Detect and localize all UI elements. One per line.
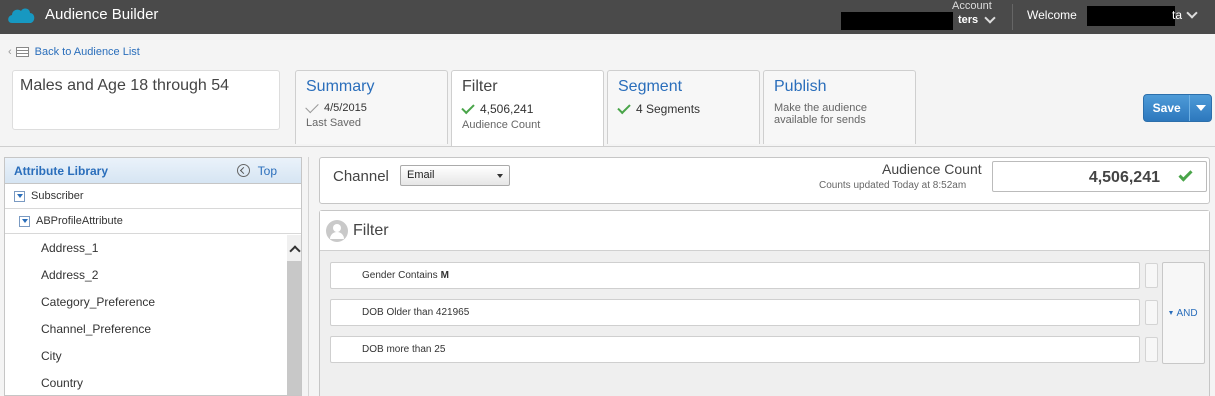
filter-header: Filter [320, 211, 1209, 251]
filter-panel: Filter Gender Contains M DOB Older than 4… [319, 210, 1210, 396]
scrollbar-thumb[interactable] [287, 261, 301, 395]
save-options-button[interactable] [1189, 95, 1211, 121]
filter-title: Filter [353, 221, 389, 239]
save-button[interactable]: Save [1144, 95, 1189, 121]
operator-label: AND [1176, 307, 1198, 319]
scroll-up-icon[interactable] [287, 235, 301, 261]
group-abprofileattribute[interactable]: ABProfileAttribute [5, 209, 301, 234]
redacted-account [841, 12, 953, 30]
top-link-label: Top [257, 163, 277, 178]
expand-icon[interactable] [19, 215, 30, 227]
channel-selected-value: Email [407, 169, 435, 181]
tab-filter-title: Filter [462, 78, 498, 95]
attribute-scrollbar[interactable] [287, 235, 301, 395]
user-chevron-down-icon[interactable] [1186, 7, 1198, 19]
filter-rule[interactable]: Gender Contains M [330, 262, 1140, 289]
back-arrow-icon [236, 164, 250, 177]
list-item[interactable]: Channel_Preference [5, 316, 287, 343]
welcome-label[interactable]: Welcome [1027, 8, 1077, 22]
tab-summary-title: Summary [306, 78, 375, 95]
filter-rule-text: Gender Contains [362, 270, 438, 281]
tab-filter-sub: Audience Count [462, 119, 541, 131]
audience-name-field[interactable]: Males and Age 18 through 54 [12, 70, 280, 130]
group-subscriber[interactable]: Subscriber [5, 184, 301, 209]
audience-count-box: 4,506,241 [992, 161, 1207, 192]
channel-label: Channel [333, 168, 389, 185]
rule-drag-handle[interactable] [1145, 337, 1158, 362]
list-item[interactable]: Address_2 [5, 262, 287, 289]
filter-rule-value: M [440, 270, 449, 281]
attribute-library-title: Attribute Library [14, 163, 109, 178]
check-icon [617, 100, 631, 115]
account-value[interactable]: ters [958, 14, 978, 26]
tabs-divider [0, 146, 1215, 147]
tab-segment[interactable]: Segment 4 Segments [607, 70, 760, 144]
tab-summary[interactable]: Summary 4/5/2015 Last Saved [295, 70, 448, 144]
and-operator-toggle[interactable]: AND [1162, 262, 1205, 364]
tab-filter-count: 4,506,241 [480, 102, 534, 116]
tab-filter[interactable]: Filter 4,506,241 Audience Count [451, 70, 604, 146]
channel-panel: Channel Email Audience Count Counts upda… [319, 157, 1210, 204]
redacted-username [1087, 6, 1175, 26]
list-item[interactable]: City [5, 343, 287, 370]
filter-rule-text: DOB more than 25 [362, 344, 446, 355]
attribute-library: Attribute Library Top Subscriber ABProfi… [4, 157, 302, 396]
expand-icon[interactable] [14, 190, 25, 202]
list-item[interactable]: Category_Preference [5, 289, 287, 316]
tab-segment-count: 4 Segments [636, 102, 701, 116]
filter-rule[interactable]: DOB more than 25 [330, 336, 1140, 363]
welcome-username-suffix[interactable]: ta [1172, 8, 1182, 22]
audience-count-value: 4,506,241 [1088, 169, 1160, 186]
tab-summary-date: 4/5/2015 [324, 102, 367, 114]
saved-check-icon [305, 99, 319, 114]
filter-rule-text: DOB Older than 421965 [362, 307, 470, 318]
account-chevron-down-icon[interactable] [984, 12, 996, 24]
app-title: Audience Builder [45, 6, 159, 23]
channel-select[interactable]: Email [400, 165, 510, 186]
list-icon [15, 47, 29, 57]
tab-publish[interactable]: Publish Make the audience available for … [763, 70, 916, 144]
panel-separator[interactable] [308, 157, 309, 396]
attribute-list: Address_1 Address_2 Category_Preference … [5, 235, 287, 395]
tab-summary-sub: Last Saved [306, 117, 362, 129]
list-item[interactable]: Country [5, 370, 287, 395]
tab-segment-title: Segment [618, 78, 683, 95]
group-label: Subscriber [31, 190, 84, 202]
caret-down-icon [1195, 105, 1206, 111]
save-button-group: Save [1143, 94, 1212, 122]
chevron-left-icon: ‹ [8, 46, 12, 58]
caret-down-icon [1169, 311, 1174, 315]
top-link[interactable]: Top [236, 163, 277, 178]
list-item[interactable]: Address_1 [5, 235, 287, 262]
header-divider [1012, 4, 1013, 30]
caret-down-icon [497, 174, 503, 178]
back-to-list-link[interactable]: ‹ Back to Audience List [8, 45, 140, 59]
audience-count-label: Audience Count [882, 161, 982, 177]
rule-drag-handle[interactable] [1145, 300, 1158, 325]
tab-publish-title: Publish [774, 78, 827, 95]
top-bar: Audience Builder Account ters Welcome ta [0, 0, 1215, 34]
salesforce-cloud-icon[interactable] [6, 5, 36, 27]
account-label[interactable]: Account [952, 0, 992, 12]
counts-updated-text: Counts updated Today at 8:52am [819, 180, 967, 191]
filter-rule[interactable]: DOB Older than 421965 [330, 299, 1140, 326]
rule-drag-handle[interactable] [1145, 263, 1158, 288]
people-icon [326, 219, 348, 242]
attribute-library-header: Attribute Library Top [5, 158, 301, 184]
group-label: ABProfileAttribute [36, 215, 123, 227]
tab-publish-desc: Make the audience available for sends [774, 102, 867, 126]
check-icon [461, 100, 475, 115]
check-icon [1178, 167, 1193, 182]
back-link-label: Back to Audience List [34, 46, 140, 58]
